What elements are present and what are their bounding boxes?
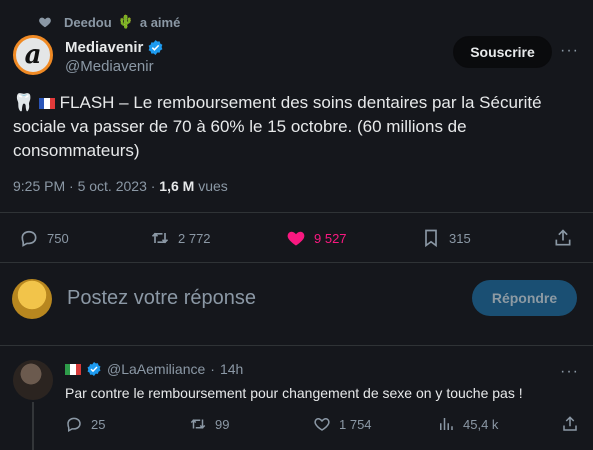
comment-text: Par contre le remboursement pour changem… [65, 385, 523, 401]
divider [0, 345, 593, 346]
comment-views-action[interactable]: 45,4 k [437, 415, 498, 433]
comment-like-count: 1 754 [339, 416, 372, 432]
social-user[interactable]: Deedou [64, 15, 112, 30]
verified-badge-icon [149, 40, 163, 55]
tweet-text: FLASH – Le remboursement des soins denta… [13, 93, 542, 160]
verified-badge-icon [87, 362, 101, 376]
comment-reply-action[interactable]: 25 [65, 415, 105, 433]
commenter-avatar[interactable] [13, 360, 53, 400]
views-count: 1,6 M [159, 178, 195, 194]
reply-input[interactable]: Postez votre réponse [67, 287, 256, 310]
reply-icon [21, 230, 37, 247]
share-icon [563, 416, 577, 431]
comment-time[interactable]: 14h [220, 361, 243, 377]
social-action: a aimé [139, 14, 181, 30]
italy-flag-icon [65, 363, 81, 375]
bookmark-action[interactable]: 315 [421, 228, 471, 248]
current-user-avatar[interactable] [12, 279, 52, 319]
bookmark-icon [425, 229, 437, 248]
comment-header: @LaAemiliance · 14h [65, 361, 243, 377]
thread-line [32, 402, 34, 450]
reply-action[interactable]: 750 [19, 228, 69, 248]
bookmark-count: 315 [449, 230, 471, 246]
tweet-text-block: 🦷 FLASH – Le remboursement des soins den… [13, 91, 583, 163]
retweet-icon [190, 419, 206, 429]
divider [0, 262, 593, 263]
share-action[interactable] [553, 228, 573, 248]
like-action[interactable]: 9 527 [286, 228, 347, 248]
avatar-letter: a [24, 40, 42, 70]
author-avatar[interactable]: a [13, 35, 53, 75]
share-icon [555, 229, 571, 246]
heart-icon [314, 417, 330, 431]
comment-like-action[interactable]: 1 754 [313, 415, 372, 433]
comment-share-action[interactable] [561, 415, 579, 433]
tweet-meta: 9:25 PM · 5 oct. 2023 · 1,6 M vues [13, 178, 228, 194]
tooth-emoji: 🦷 [13, 93, 35, 112]
views-label: vues [194, 178, 228, 194]
tweet-timestamp[interactable]: 9:25 PM · 5 oct. 2023 · [13, 178, 159, 194]
author-name-row[interactable]: Mediavenir [65, 39, 164, 56]
divider [0, 212, 593, 213]
more-options-icon[interactable]: ··· [560, 42, 579, 60]
like-count: 9 527 [314, 230, 347, 246]
heart-icon [39, 17, 51, 28]
subscribe-button[interactable]: Souscrire [453, 36, 552, 68]
comment-reply-count: 25 [91, 416, 106, 432]
heart-filled-icon [287, 231, 305, 246]
separator: · [210, 361, 215, 377]
comment-more-icon[interactable]: ··· [560, 363, 579, 381]
comment-views-count: 45,4 k [463, 416, 499, 432]
reply-button[interactable]: Répondre [472, 280, 577, 316]
comment-retweet-action[interactable]: 99 [189, 415, 229, 433]
retweet-icon [151, 232, 169, 244]
cactus-emoji: 🌵 [117, 14, 134, 29]
commenter-handle[interactable]: @LaAemiliance [107, 361, 205, 377]
retweet-action[interactable]: 2 772 [150, 228, 211, 248]
retweet-count: 2 772 [178, 230, 211, 246]
author-handle[interactable]: @Mediavenir [65, 58, 154, 75]
comment-retweet-count: 99 [215, 416, 230, 432]
author-name[interactable]: Mediavenir [65, 39, 143, 56]
reply-count: 750 [47, 230, 69, 246]
analytics-icon [440, 418, 453, 430]
france-flag-icon [38, 98, 55, 109]
social-context[interactable]: Deedou 🌵 a aimé [38, 14, 180, 30]
reply-icon [67, 417, 81, 433]
